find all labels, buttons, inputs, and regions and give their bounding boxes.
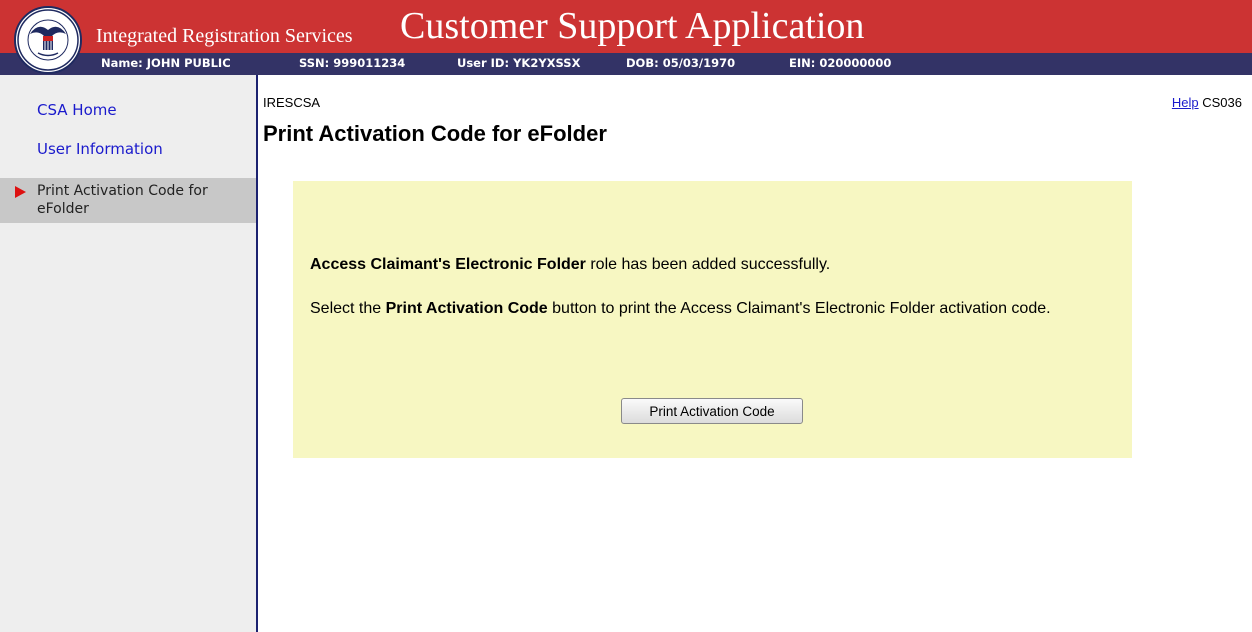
success-message: Access Claimant's Electronic Folder role… — [310, 256, 831, 273]
help-area: Help CS036 — [1172, 95, 1242, 110]
app-title: Customer Support Application — [400, 5, 865, 47]
page-title: Print Activation Code for eFolder — [263, 121, 607, 146]
user-ein: EIN: 020000000 — [789, 56, 892, 70]
ssa-seal-icon — [14, 6, 82, 74]
user-ssn: SSN: 999011234 — [299, 56, 406, 70]
user-dob: DOB: 05/03/1970 — [626, 56, 736, 70]
screen-code: CS036 — [1202, 95, 1242, 110]
app-window: Integrated Registration Services Custome… — [0, 0, 1252, 632]
sidebar-nav: CSA Home User Information Print Activati… — [0, 75, 258, 632]
user-id: User ID: YK2YXSSX — [457, 56, 581, 70]
sidebar-item-user-information[interactable]: User Information — [37, 140, 163, 158]
breadcrumb: IRESCSA — [263, 95, 321, 110]
help-link[interactable]: Help — [1172, 95, 1199, 110]
message-panel: Access Claimant's Electronic Folder role… — [293, 181, 1132, 458]
instruction-message: Select the Print Activation Code button … — [310, 300, 1051, 317]
role-name: Access Claimant's Electronic Folder — [310, 256, 586, 273]
sidebar-item-print-activation-code[interactable]: Print Activation Code for eFolder — [0, 178, 256, 223]
user-name: Name: JOHN PUBLIC — [101, 56, 231, 70]
agency-name: Integrated Registration Services — [96, 25, 353, 47]
print-activation-code-button[interactable]: Print Activation Code — [621, 398, 803, 424]
button-reference: Print Activation Code — [385, 300, 548, 317]
sidebar-item-label: Print Activation Code for eFolder — [37, 183, 208, 217]
sidebar-item-csa-home[interactable]: CSA Home — [37, 101, 117, 119]
red-arrow-icon — [15, 186, 26, 198]
